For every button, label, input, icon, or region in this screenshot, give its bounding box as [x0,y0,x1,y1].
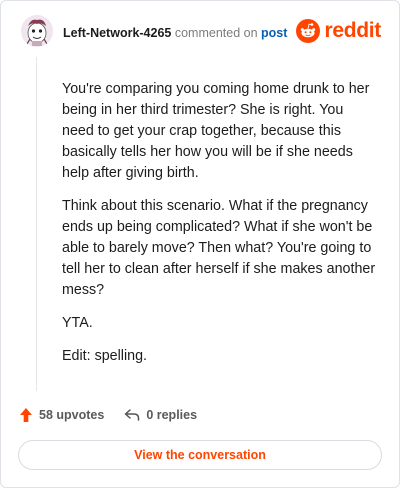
comment-meta: Left-Network-4265 commented on post [63,26,287,40]
comment-paragraph: Think about this scenario. What if the p… [62,198,376,298]
upvote-button[interactable]: 58 upvotes [19,407,104,423]
comment-card: Left-Network-4265 commented on post redd… [0,0,400,488]
comment-actions: 58 upvotes 0 replies [19,404,217,426]
thread-line [36,57,37,391]
avatar[interactable] [21,15,53,47]
post-link[interactable]: post [261,26,287,40]
reply-button[interactable]: 0 replies [124,408,197,422]
comment-paragraph: Edit: spelling. [62,348,148,364]
avatar-image [21,15,53,47]
username[interactable]: Left-Network-4265 [63,26,171,40]
comment-paragraph: You're comparing you coming home drunk t… [62,81,370,181]
view-conversation-button[interactable]: View the conversation [18,440,382,470]
upvote-count: 58 upvotes [39,408,105,422]
commented-on-text: commented on [174,26,258,40]
reddit-brand[interactable]: reddit [296,18,381,44]
comment-body: You're comparing you coming home drunk t… [62,79,376,379]
reddit-wordmark: reddit [324,19,381,42]
reply-arrow-icon [125,409,140,421]
reddit-logo-icon [296,19,321,43]
reply-count: 0 replies [146,408,198,422]
upvote-arrow-icon [20,408,32,422]
comment-header: Left-Network-4265 commented on post redd… [21,15,381,53]
comment-paragraph: YTA. [62,315,93,331]
